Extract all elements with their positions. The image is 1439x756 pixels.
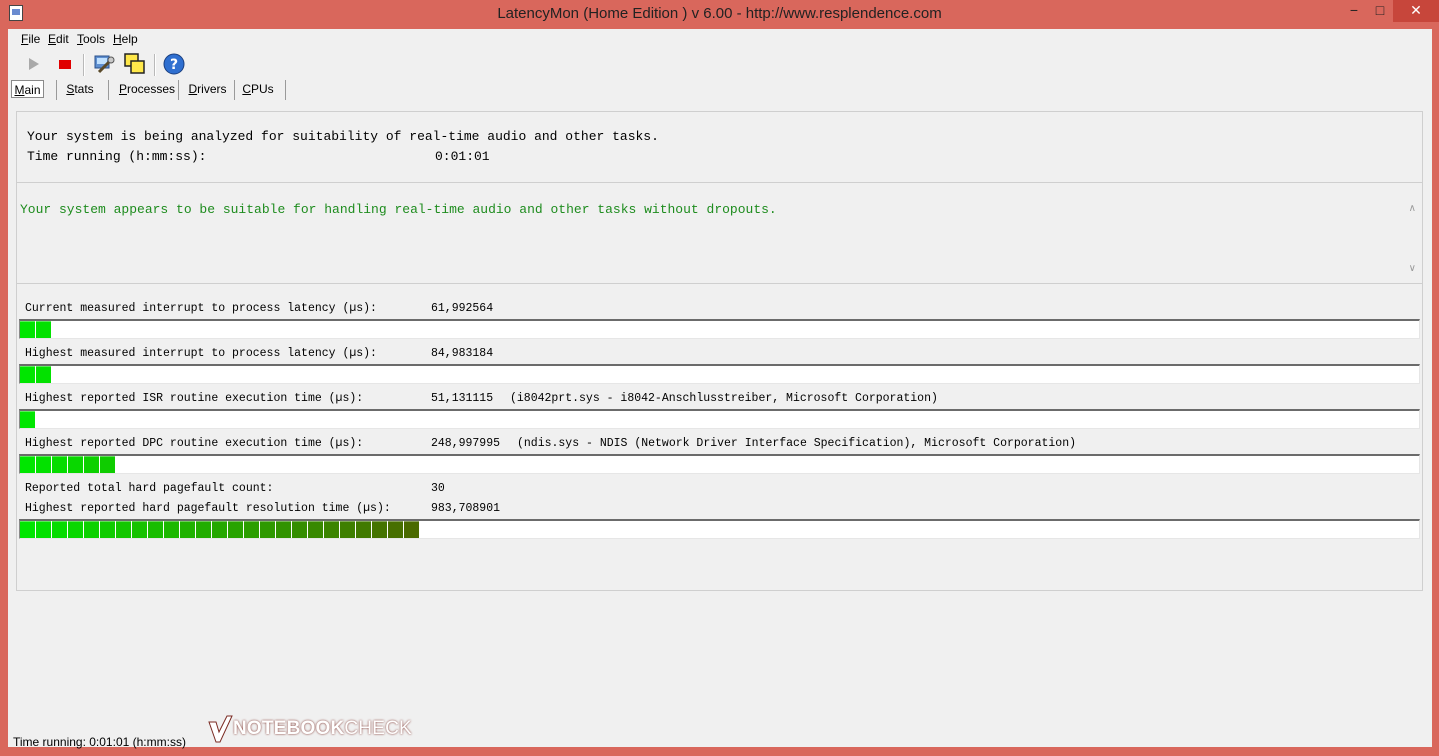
bar-segment [148,521,163,538]
bar-segment [100,521,115,538]
bar-segment [84,456,99,473]
metric-label: Highest reported DPC routine execution t… [25,437,364,450]
bar-segment [276,521,291,538]
metric-label: Highest measured interrupt to process la… [25,347,377,360]
bar-segment [196,521,211,538]
tab-processes[interactable]: Processes [116,79,178,99]
minimize-button[interactable]: − [1341,0,1367,22]
wrench-icon[interactable] [91,52,115,76]
bar-segment [372,521,387,538]
bar-segment [292,521,307,538]
client-area: File Edit Tools Help ? Main Stats Proces… [8,29,1432,749]
bar-segment [116,521,131,538]
bar-segment [36,366,51,383]
time-running-value: 0:01:01 [435,149,490,164]
bar-segment [404,521,419,538]
menu-tools[interactable]: Tools [77,32,105,46]
verdict-panel[interactable]: Your system appears to be suitable for h… [16,182,1423,284]
bar-segment [20,366,35,383]
bar-segment [244,521,259,538]
status-bar-text: Time running: 0:01:01 (h:mm:ss) [13,735,186,749]
toolbar-separator [154,54,156,76]
stop-icon[interactable] [53,52,77,76]
tab-drivers[interactable]: Drivers [185,79,230,99]
tab-separator [285,80,286,100]
tab-main[interactable]: Main [11,80,44,98]
bar-segment [212,521,227,538]
tab-separator [56,80,57,100]
bar-segment [36,456,51,473]
metric-bar [19,409,1420,429]
tab-separator [108,80,109,100]
bar-segment [356,521,371,538]
pagefault-resolution-label: Highest reported hard pagefault resoluti… [25,502,391,515]
metric-bar [19,364,1420,384]
analysis-status-panel: Your system is being analyzed for suitab… [16,111,1423,183]
metric-value: 61,992564 [431,302,494,315]
logo-wordmark: NOTEBOOKCHECK [233,718,412,739]
tab-stats[interactable]: Stats [64,79,96,99]
tab-cpus[interactable]: CPUs [241,79,275,99]
bar-segment [84,521,99,538]
bar-segment [68,456,83,473]
time-running-label: Time running (h:mm:ss): [27,149,207,164]
bar-segment [260,521,275,538]
bar-segment [68,521,83,538]
metrics-panel: Current measured interrupt to process la… [16,283,1423,591]
metric-value: 84,983184 [431,347,494,360]
bar-segment [20,521,35,538]
bar-segment [52,456,67,473]
metric-label: Highest reported ISR routine execution t… [25,392,364,405]
bar-segment [36,321,51,338]
metric-label: Current measured interrupt to process la… [25,302,377,315]
menu-edit[interactable]: Edit [48,32,69,46]
title-bar: LatencyMon (Home Edition ) v 6.00 - http… [0,0,1439,28]
svg-text:?: ? [170,57,178,73]
logo-check-icon [208,715,233,743]
bar-segment [20,411,35,428]
window-title: LatencyMon (Home Edition ) v 6.00 - http… [497,5,942,22]
bar-segment [228,521,243,538]
menu-file[interactable]: File [21,32,40,46]
pagefault-resolution-value: 983,708901 [431,502,501,515]
windows-icon[interactable] [123,52,147,76]
pagefault-count-label: Reported total hard pagefault count: [25,482,274,495]
tab-separator [178,80,179,100]
metric-detail: (ndis.sys - NDIS (Network Driver Interfa… [517,437,1076,450]
bar-segment [52,521,67,538]
close-button[interactable]: ✕ [1393,0,1439,22]
bar-segment [100,456,115,473]
bar-segment [20,456,35,473]
toolbar-separator [83,54,85,76]
menu-bar: File Edit Tools Help [8,29,1432,49]
play-icon[interactable] [22,52,46,76]
pagefault-count-value: 30 [431,482,445,495]
bar-segment [324,521,339,538]
bar-segment [164,521,179,538]
metric-bar [19,319,1420,339]
maximize-button[interactable]: □ [1367,0,1393,22]
bar-segment [388,521,403,538]
bar-segment [340,521,355,538]
tab-separator [234,80,235,100]
bar-segment [308,521,323,538]
scroll-down-icon[interactable]: ∨ [1409,263,1416,274]
pagefault-bar [19,519,1420,539]
bar-segment [20,321,35,338]
metric-bar [19,454,1420,474]
analysis-message: Your system is being analyzed for suitab… [27,129,659,144]
bar-segment [180,521,195,538]
toolbar: ? [8,50,1432,78]
scroll-up-icon[interactable]: ∧ [1409,203,1416,214]
menu-help[interactable]: Help [113,32,138,46]
verdict-text: Your system appears to be suitable for h… [20,202,777,217]
metric-value: 51,131115 [431,392,494,405]
bar-segment [36,521,51,538]
metric-detail: (i8042prt.sys - i8042-Anschlusstreiber, … [510,392,938,405]
notebookcheck-logo: NOTEBOOKCHECK [207,712,412,748]
metric-value: 248,997995 [431,437,501,450]
help-icon[interactable]: ? [162,52,186,76]
tab-bar: Main Stats Processes Drivers CPUs [8,79,1432,101]
bar-segment [132,521,147,538]
